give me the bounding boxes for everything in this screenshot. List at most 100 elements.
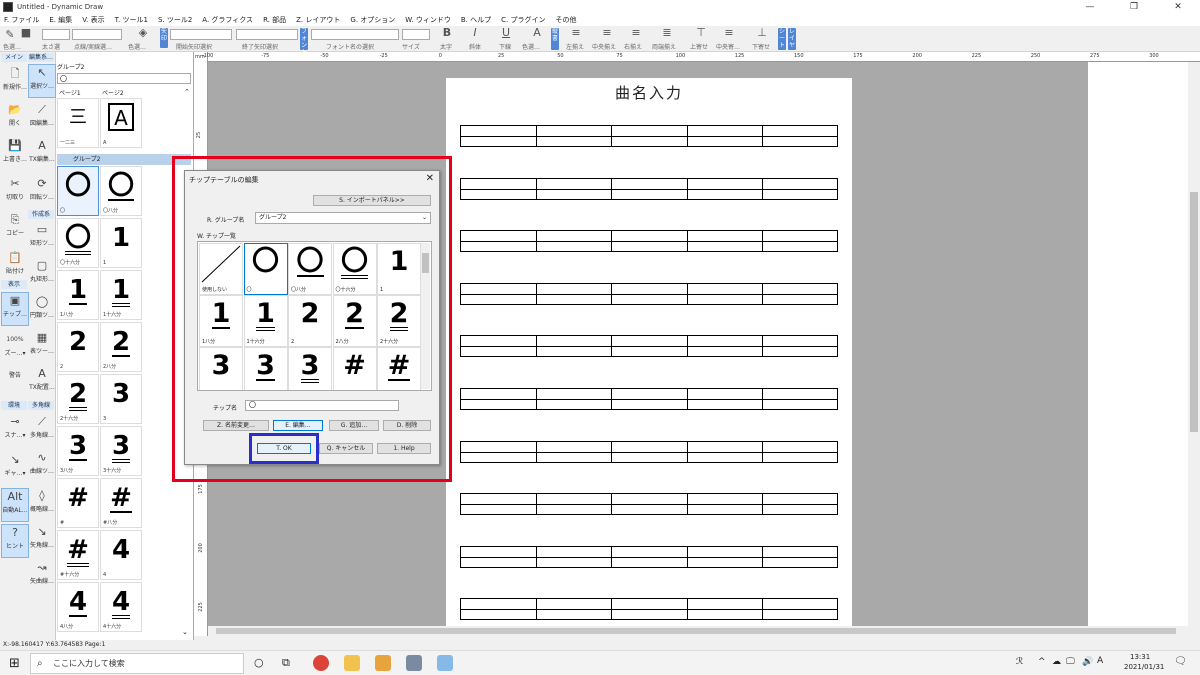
menu-tool2[interactable]: S. ツール2 bbox=[158, 15, 192, 25]
auto-align-tool[interactable]: Alt 自動AL… bbox=[1, 488, 29, 522]
tab-sheet[interactable]: シート bbox=[778, 28, 786, 50]
overwrite-tool[interactable]: 💾 上書き… bbox=[1, 138, 29, 172]
chrome-icon[interactable] bbox=[313, 655, 329, 671]
chip-item[interactable]: 4 4八分 bbox=[57, 582, 99, 632]
text-color-icon[interactable]: A bbox=[527, 26, 547, 39]
color2-label[interactable]: 色選… bbox=[128, 42, 146, 51]
chip-item[interactable]: 33 bbox=[100, 374, 142, 424]
tx-edit-tool[interactable]: A TX編集… bbox=[28, 138, 56, 172]
bold-icon[interactable]: B bbox=[437, 26, 457, 39]
align-left-label[interactable]: 左揃え bbox=[566, 42, 584, 51]
chip-item[interactable]: 〇〇 bbox=[57, 166, 99, 216]
chip-item[interactable]: 1 1八分 bbox=[57, 270, 99, 320]
arrow-line-tool[interactable]: ↘ 矢角線… bbox=[28, 524, 56, 558]
paint-app-icon[interactable] bbox=[437, 655, 453, 671]
chip-item[interactable]: # # bbox=[57, 478, 99, 528]
align-top-icon[interactable]: ⊤ bbox=[691, 26, 711, 39]
gap-tool[interactable]: ↘ ギャ…▾ bbox=[1, 452, 29, 486]
hint-tool[interactable]: ? ヒント bbox=[1, 524, 29, 558]
page1-tab[interactable]: ページ1 bbox=[59, 88, 81, 97]
song-title[interactable]: 曲名入力 bbox=[446, 82, 852, 103]
align-bottom-icon[interactable]: ⊥ bbox=[752, 26, 772, 39]
chip-item[interactable]: 4 4十六分 bbox=[100, 582, 142, 632]
staff-table[interactable] bbox=[460, 388, 838, 410]
chip-item[interactable]: 〇〇十六分 bbox=[57, 218, 99, 268]
staff-table[interactable] bbox=[460, 230, 838, 253]
app-icon-orange[interactable] bbox=[375, 655, 391, 671]
horizontal-scrollbar[interactable] bbox=[208, 626, 1188, 636]
open-tool[interactable]: 📂 開く bbox=[1, 102, 29, 136]
select-tool[interactable]: ↖ 選択ツ… bbox=[28, 64, 56, 98]
page2-tab[interactable]: ページ2 bbox=[102, 88, 124, 97]
chip-item[interactable]: 1 1十六分 bbox=[100, 270, 142, 320]
staff-table[interactable] bbox=[460, 125, 838, 147]
vertical-scrollbar[interactable] bbox=[1188, 62, 1200, 626]
menu-options[interactable]: G. オプション bbox=[350, 15, 395, 25]
align-center-label[interactable]: 中央揃え bbox=[592, 42, 616, 51]
align-justify-label[interactable]: 両端揃え bbox=[652, 42, 676, 51]
paint-bucket-icon[interactable]: ◈ bbox=[133, 26, 153, 39]
table-tool[interactable]: ▦ 表ツー… bbox=[28, 330, 56, 364]
menu-parts[interactable]: R. 部品 bbox=[263, 15, 286, 25]
align-top-label[interactable]: 上寄せ bbox=[690, 42, 708, 51]
align-right-label[interactable]: 右揃え bbox=[624, 42, 642, 51]
text-color-label[interactable]: 色選… bbox=[522, 42, 540, 51]
menu-layout[interactable]: Z. レイアウト bbox=[296, 15, 340, 25]
start-arrow-combo[interactable] bbox=[170, 29, 232, 40]
volume-icon[interactable]: 🔊 bbox=[1082, 657, 1093, 667]
people-icon[interactable]: ℛ bbox=[1016, 657, 1023, 667]
menu-view[interactable]: V. 表示 bbox=[82, 15, 104, 25]
maximize-button[interactable]: ❐ bbox=[1112, 2, 1156, 12]
italic-icon[interactable]: I bbox=[465, 26, 485, 39]
tx-place-tool[interactable]: A TX配置… bbox=[28, 366, 56, 400]
page2-thumb[interactable]: A A bbox=[100, 98, 142, 148]
menu-help[interactable]: B. ヘルプ bbox=[461, 15, 491, 25]
round-rect-tool[interactable]: ▢ 丸矩形… bbox=[28, 258, 56, 292]
chip-item[interactable]: 11 bbox=[100, 218, 142, 268]
curve-tool[interactable]: ∿ 曲線ツ… bbox=[28, 450, 56, 484]
panel-scroll-up-icon[interactable]: ⌃ bbox=[184, 88, 190, 96]
file-explorer-icon[interactable] bbox=[344, 655, 360, 671]
task-view-icon[interactable]: ⧉ bbox=[282, 656, 290, 670]
windows-start-icon[interactable]: ⊞ bbox=[9, 656, 20, 671]
polyline-tool[interactable]: ⟋ 多角線… bbox=[28, 414, 56, 448]
linetype-label[interactable]: 点線/実線選… bbox=[74, 42, 112, 51]
chip-tool[interactable]: ▣ チップ… bbox=[1, 292, 29, 326]
group-row[interactable]: グループ2 bbox=[57, 154, 191, 165]
staff-table[interactable] bbox=[460, 598, 838, 621]
tab-vertical[interactable]: 縦書 bbox=[551, 28, 559, 50]
align-bottom-label[interactable]: 下寄せ bbox=[752, 42, 770, 51]
new-tool[interactable]: 🗋 新規作… bbox=[1, 66, 29, 100]
font-combo[interactable] bbox=[311, 29, 399, 40]
snap-tool[interactable]: ⊸ スナ…▾ bbox=[1, 414, 29, 448]
menu-file[interactable]: F. ファイル bbox=[4, 15, 39, 25]
rect-tool[interactable]: ▭ 矩形ツ… bbox=[28, 222, 56, 256]
chip-item[interactable]: 2 2十六分 bbox=[57, 374, 99, 424]
fill-color-icon[interactable]: ■ bbox=[16, 26, 36, 39]
menu-plugin[interactable]: C. プラグイン bbox=[501, 15, 545, 25]
menu-other[interactable]: その他 bbox=[555, 15, 576, 25]
tab-layer[interactable]: レイヤ bbox=[788, 28, 796, 50]
thickness-combo[interactable] bbox=[42, 29, 70, 40]
clock-date[interactable]: 2021/01/31 bbox=[1124, 663, 1164, 671]
diagram-edit-tool[interactable]: ⟋ 図編集… bbox=[28, 102, 56, 136]
font-select-label[interactable]: フォント名の選択 bbox=[326, 42, 374, 51]
align-middle-label[interactable]: 中央寄… bbox=[716, 42, 740, 51]
dynamic-draw-taskbar-icon[interactable] bbox=[406, 655, 422, 671]
align-right-icon[interactable]: ≡ bbox=[626, 26, 646, 39]
cut-tool[interactable]: ✂ 切取り bbox=[1, 176, 29, 210]
page1-thumb[interactable]: 三 一二三 bbox=[57, 98, 99, 148]
underline-label[interactable]: 下線 bbox=[499, 42, 511, 51]
chip-item[interactable]: 3 3十六分 bbox=[100, 426, 142, 476]
bold-label[interactable]: 太字 bbox=[440, 42, 452, 51]
tab-edit[interactable]: 編集系… bbox=[28, 53, 54, 62]
staff-table[interactable] bbox=[460, 335, 838, 358]
staff-table[interactable] bbox=[460, 545, 838, 568]
warning-tool[interactable]: 警告 bbox=[1, 370, 29, 404]
staff-table[interactable] bbox=[460, 177, 838, 200]
cortana-icon[interactable]: ○ bbox=[254, 656, 264, 669]
align-center-icon[interactable]: ≡ bbox=[597, 26, 617, 39]
chip-group-field[interactable]: 〇 bbox=[57, 73, 191, 84]
underline-icon[interactable]: U bbox=[496, 26, 516, 39]
align-middle-icon[interactable]: ≡ bbox=[719, 26, 739, 39]
